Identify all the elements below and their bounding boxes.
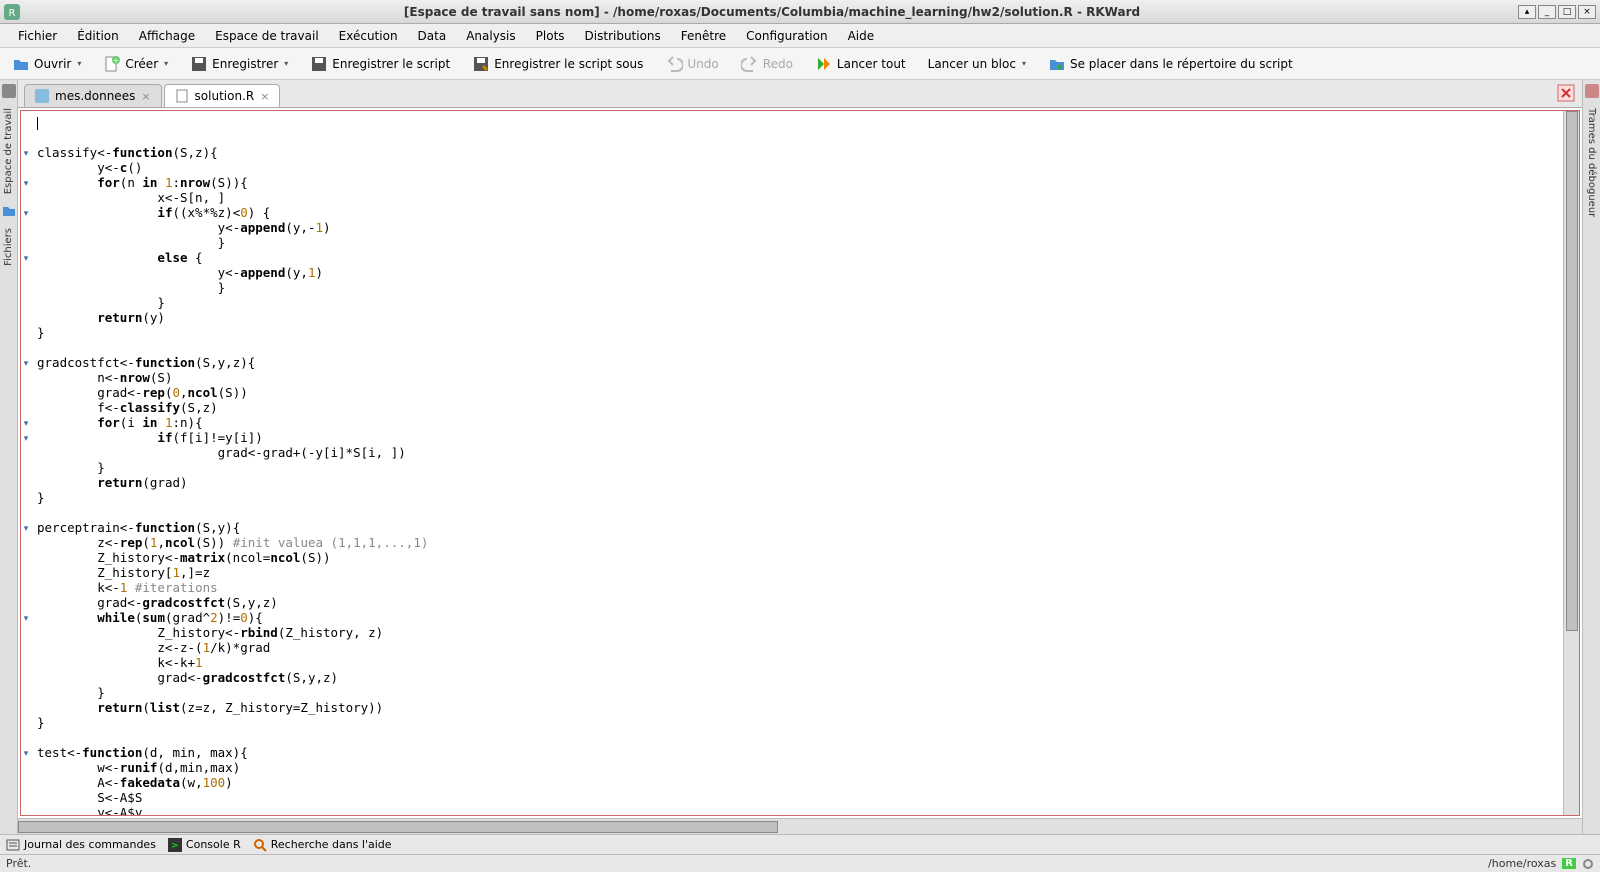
- debug-frames-icon[interactable]: [1585, 84, 1599, 98]
- menu-fichier[interactable]: Fichier: [8, 26, 67, 46]
- chevron-down-icon: ▾: [164, 59, 168, 68]
- scrollbar-thumb[interactable]: [1566, 111, 1578, 631]
- undo-button[interactable]: Undo: [661, 53, 722, 75]
- menu-distributions[interactable]: Distributions: [575, 26, 671, 46]
- menu-data[interactable]: Data: [408, 26, 457, 46]
- bottom-help-search[interactable]: Recherche dans l'aide: [253, 838, 392, 852]
- editor: ▾▾▾▾▾▾▾▾▾▾ classify<-function(S,z){ y<-c…: [20, 110, 1580, 816]
- run-all-button[interactable]: Lancer tout: [811, 53, 910, 75]
- tab-label: mes.donnees: [55, 89, 135, 103]
- run-block-label: Lancer un bloc: [928, 57, 1016, 71]
- menu-execution[interactable]: Exécution: [329, 26, 408, 46]
- cd-script-label: Se placer dans le répertoire du script: [1070, 57, 1293, 71]
- close-icon[interactable]: ×: [260, 90, 269, 103]
- open-button[interactable]: Ouvrir ▾: [8, 53, 85, 75]
- data-icon: [35, 89, 49, 103]
- bottom-bar: Journal des commandes > Console R Recher…: [0, 834, 1600, 854]
- save-button[interactable]: Enregistrer ▾: [186, 53, 292, 75]
- new-file-icon: +: [103, 55, 121, 73]
- workspace-icon[interactable]: [2, 84, 16, 98]
- center-pane: mes.donnees × solution.R × ▾▾▾▾▾▾▾▾▾▾ cl…: [18, 80, 1582, 834]
- save-icon: [310, 55, 328, 73]
- maximize-button[interactable]: □: [1558, 5, 1576, 19]
- undo-icon: [665, 55, 683, 73]
- save-as-icon: [472, 55, 490, 73]
- help-search-icon: [253, 838, 267, 852]
- status-spinner-icon: [1582, 858, 1594, 870]
- svg-text:R: R: [9, 8, 16, 19]
- run-block-button[interactable]: Lancer un bloc ▾: [924, 55, 1030, 73]
- bottom-journal-label: Journal des commandes: [24, 838, 156, 851]
- right-rail-debug[interactable]: Trames du débogueur: [1586, 102, 1597, 223]
- keep-above-button[interactable]: ▴: [1518, 5, 1536, 19]
- close-icon[interactable]: ×: [141, 90, 150, 103]
- script-icon: [175, 89, 189, 103]
- journal-icon: [6, 838, 20, 852]
- code-editor[interactable]: classify<-function(S,z){ y<-c() for(n in…: [35, 111, 1563, 815]
- window-title: [Espace de travail sans nom] - /home/rox…: [26, 5, 1518, 19]
- menu-fenetre[interactable]: Fenêtre: [671, 26, 736, 46]
- create-button[interactable]: + Créer ▾: [99, 53, 172, 75]
- redo-label: Redo: [763, 57, 793, 71]
- tab-solution-r[interactable]: solution.R ×: [164, 84, 281, 107]
- svg-text:+: +: [113, 56, 120, 65]
- cd-script-button[interactable]: Se placer dans le répertoire du script: [1044, 53, 1297, 75]
- save-script-as-label: Enregistrer le script sous: [494, 57, 643, 71]
- bottom-console-label: Console R: [186, 838, 241, 851]
- open-label: Ouvrir: [34, 57, 71, 71]
- status-left: Prêt.: [6, 857, 31, 870]
- left-rail-files[interactable]: Fichiers: [3, 222, 14, 272]
- statusbar: Prêt. /home/roxas R: [0, 854, 1600, 872]
- console-icon: >: [168, 838, 182, 852]
- chevron-down-icon: ▾: [284, 59, 288, 68]
- bottom-journal[interactable]: Journal des commandes: [6, 838, 156, 852]
- menubar: Fichier Édition Affichage Espace de trav…: [0, 24, 1600, 48]
- tab-mes-donnees[interactable]: mes.donnees ×: [24, 84, 162, 107]
- toolbar: Ouvrir ▾ + Créer ▾ Enregistrer ▾ Enregistre…: [0, 48, 1600, 80]
- close-window-button[interactable]: ×: [1578, 5, 1596, 19]
- vertical-scrollbar[interactable]: [1563, 111, 1579, 815]
- bottom-console[interactable]: > Console R: [168, 838, 241, 852]
- run-all-label: Lancer tout: [837, 57, 906, 71]
- close-pane-button[interactable]: [1556, 83, 1576, 103]
- save-label: Enregistrer: [212, 57, 278, 71]
- left-rail: Espace de travail Fichiers: [0, 80, 18, 834]
- titlebar: R [Espace de travail sans nom] - /home/r…: [0, 0, 1600, 24]
- folder-go-icon: [1048, 55, 1066, 73]
- folder-open-icon: [12, 55, 30, 73]
- chevron-down-icon: ▾: [1022, 59, 1026, 68]
- main-area: Espace de travail Fichiers mes.donnees ×…: [0, 80, 1600, 834]
- app-icon: R: [4, 4, 20, 20]
- tab-row: mes.donnees × solution.R ×: [18, 80, 1582, 108]
- save-script-button[interactable]: Enregistrer le script: [306, 53, 454, 75]
- menu-analysis[interactable]: Analysis: [456, 26, 525, 46]
- save-script-label: Enregistrer le script: [332, 57, 450, 71]
- chevron-down-icon: ▾: [77, 59, 81, 68]
- menu-plots[interactable]: Plots: [526, 26, 575, 46]
- minimize-button[interactable]: _: [1538, 5, 1556, 19]
- run-all-icon: [815, 55, 833, 73]
- create-label: Créer: [125, 57, 158, 71]
- save-script-as-button[interactable]: Enregistrer le script sous: [468, 53, 647, 75]
- menu-affichage[interactable]: Affichage: [129, 26, 205, 46]
- save-icon: [190, 55, 208, 73]
- menu-configuration[interactable]: Configuration: [736, 26, 837, 46]
- tab-label: solution.R: [195, 89, 255, 103]
- scrollbar-thumb[interactable]: [18, 821, 778, 833]
- menu-aide[interactable]: Aide: [838, 26, 885, 46]
- left-rail-workspace[interactable]: Espace de travail: [3, 102, 14, 200]
- menu-espace[interactable]: Espace de travail: [205, 26, 329, 46]
- files-icon[interactable]: [2, 204, 16, 218]
- menu-edition[interactable]: Édition: [67, 26, 129, 46]
- right-rail: Trames du débogueur: [1582, 80, 1600, 834]
- status-path: /home/roxas: [1488, 857, 1556, 870]
- bottom-help-search-label: Recherche dans l'aide: [271, 838, 392, 851]
- r-badge: R: [1562, 858, 1576, 869]
- redo-icon: [741, 55, 759, 73]
- fold-gutter[interactable]: ▾▾▾▾▾▾▾▾▾▾: [21, 111, 35, 815]
- redo-button[interactable]: Redo: [737, 53, 797, 75]
- horizontal-scrollbar[interactable]: [18, 818, 1582, 834]
- undo-label: Undo: [687, 57, 718, 71]
- svg-text:>: >: [171, 841, 179, 851]
